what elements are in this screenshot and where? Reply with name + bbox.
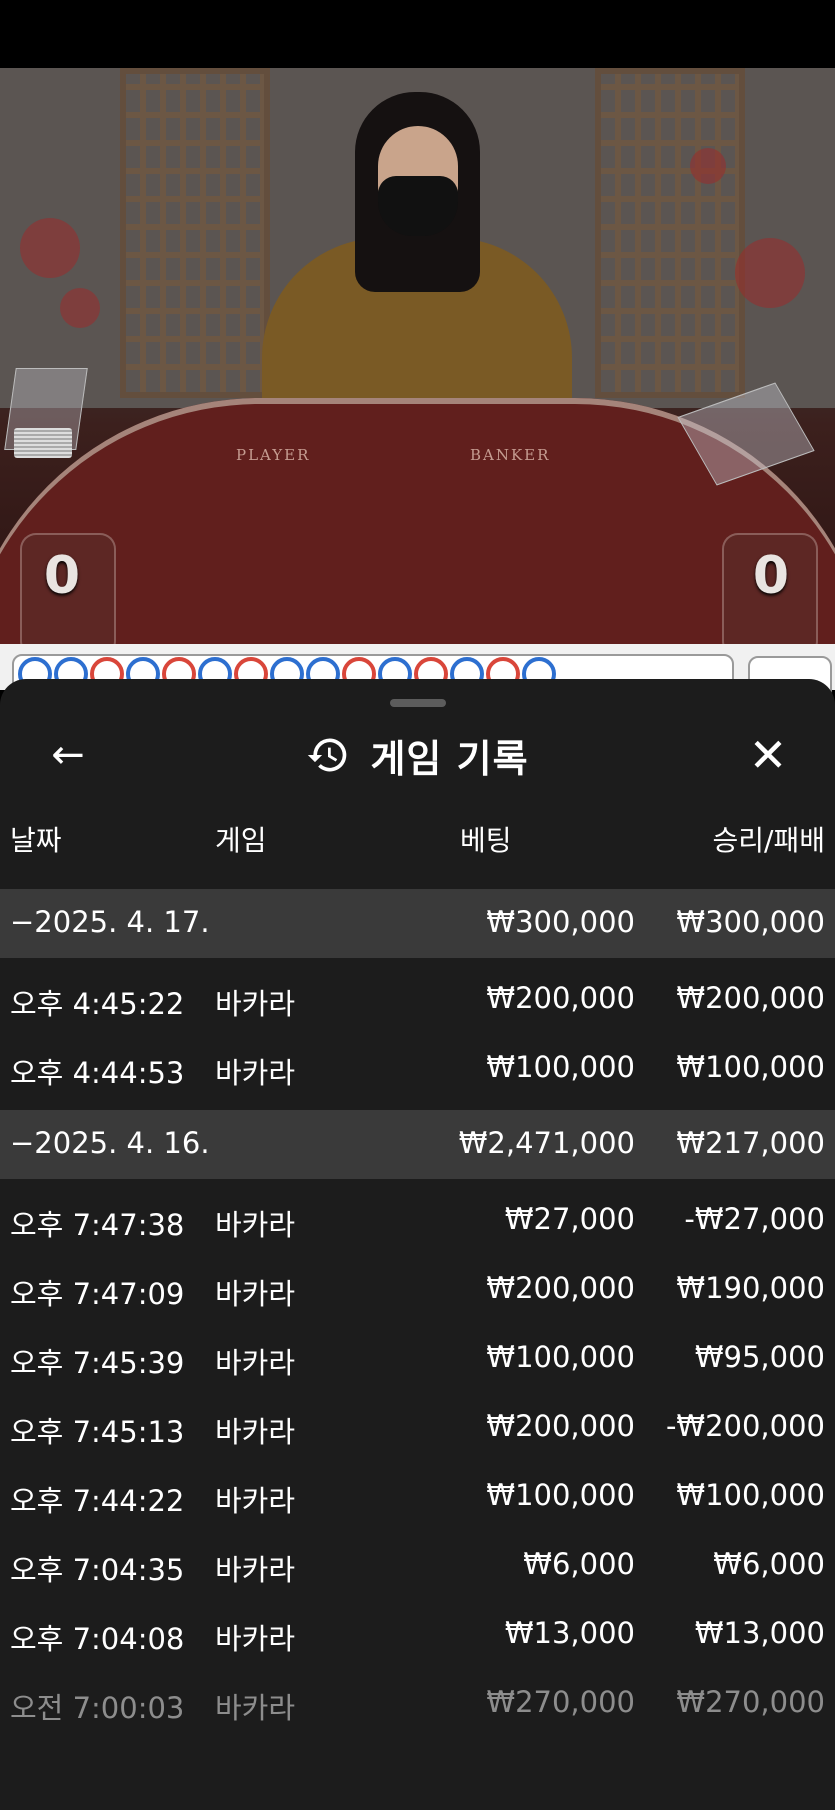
row-game: 바카라 bbox=[215, 1277, 296, 1311]
row-time: 오전 7:00:03 bbox=[10, 1691, 185, 1725]
row-game: 바카라 bbox=[215, 987, 296, 1021]
row-result: ₩6,000 bbox=[713, 1547, 825, 1581]
history-row[interactable]: 오후 4:45:22 바카라 ₩200,000 ₩200,000 bbox=[0, 965, 835, 1034]
row-result: ₩200,000 bbox=[676, 981, 825, 1015]
arrow-left-icon: ← bbox=[51, 732, 85, 778]
back-button[interactable]: ← bbox=[40, 727, 96, 783]
row-time: 오후 7:45:39 bbox=[10, 1346, 185, 1380]
row-result: ₩100,000 bbox=[676, 1050, 825, 1084]
history-icon bbox=[308, 738, 347, 772]
row-bet: ₩13,000 bbox=[504, 1616, 635, 1650]
day-bet-total: ₩2,471,000 bbox=[458, 1126, 635, 1160]
blossom-decoration bbox=[20, 218, 80, 278]
blossom-decoration bbox=[690, 148, 726, 184]
banker-score: 0 bbox=[752, 546, 790, 606]
history-row[interactable]: 오후 4:44:53 바카라 ₩100,000 ₩100,000 bbox=[0, 1034, 835, 1103]
row-game: 바카라 bbox=[215, 1553, 296, 1587]
lattice-screen-right bbox=[595, 68, 745, 398]
row-game: 바카라 bbox=[215, 1415, 296, 1449]
row-game: 바카라 bbox=[215, 1346, 296, 1380]
sheet-header: 게임 기록 ← ✕ bbox=[0, 723, 835, 787]
row-bet: ₩6,000 bbox=[523, 1547, 635, 1581]
history-row[interactable]: 오후 7:47:38 바카라 ₩27,000 -₩27,000 bbox=[0, 1186, 835, 1255]
game-history-sheet: 게임 기록 ← ✕ 날짜 게임 베팅 승리/패배 −2025. 4. 17. ₩… bbox=[0, 679, 835, 1810]
page-title: 게임 기록 bbox=[370, 736, 529, 781]
row-bet: ₩200,000 bbox=[486, 1409, 635, 1443]
history-row[interactable]: 오후 7:04:08 바카라 ₩13,000 ₩13,000 bbox=[0, 1600, 835, 1669]
row-game: 바카라 bbox=[215, 1208, 296, 1242]
row-result: ₩190,000 bbox=[676, 1271, 825, 1305]
column-header-win-loss[interactable]: 승리/패배 bbox=[713, 819, 825, 859]
day-win-total: ₩300,000 bbox=[676, 905, 825, 939]
row-time: 오후 7:04:35 bbox=[10, 1553, 185, 1587]
row-bet: ₩270,000 bbox=[486, 1685, 635, 1719]
row-result: -₩200,000 bbox=[665, 1409, 825, 1443]
sheet-grabber[interactable] bbox=[390, 699, 446, 707]
lattice-screen-left bbox=[120, 68, 270, 398]
row-result: ₩100,000 bbox=[676, 1478, 825, 1512]
day-group-header[interactable]: −2025. 4. 17. ₩300,000 ₩300,000 bbox=[0, 889, 835, 958]
close-button[interactable]: ✕ bbox=[740, 727, 796, 783]
column-header-game[interactable]: 게임 bbox=[215, 819, 267, 859]
blossom-decoration bbox=[60, 288, 100, 328]
dealer-mask bbox=[378, 176, 458, 236]
table-header: 날짜 게임 베팅 승리/패배 bbox=[0, 819, 835, 869]
row-bet: ₩200,000 bbox=[486, 981, 635, 1015]
row-game: 바카라 bbox=[215, 1691, 296, 1725]
history-row[interactable]: 오후 7:47:09 바카라 ₩200,000 ₩190,000 bbox=[0, 1255, 835, 1324]
row-time: 오후 7:47:09 bbox=[10, 1277, 185, 1311]
row-game: 바카라 bbox=[215, 1484, 296, 1518]
day-date: −2025. 4. 16. bbox=[10, 1126, 210, 1160]
history-row[interactable]: 오전 7:00:03 바카라 ₩270,000 ₩270,000 bbox=[0, 1669, 835, 1738]
row-game: 바카라 bbox=[215, 1056, 296, 1090]
row-result: ₩13,000 bbox=[694, 1616, 825, 1650]
column-header-bet[interactable]: 베팅 bbox=[460, 819, 512, 859]
title-group: 게임 기록 bbox=[0, 723, 835, 787]
day-bet-total: ₩300,000 bbox=[486, 905, 635, 939]
row-game: 바카라 bbox=[215, 1622, 296, 1656]
row-time: 오후 7:04:08 bbox=[10, 1622, 185, 1656]
row-time: 오후 7:45:13 bbox=[10, 1415, 185, 1449]
history-row[interactable]: 오후 7:45:39 바카라 ₩100,000 ₩95,000 bbox=[0, 1324, 835, 1393]
row-result: -₩27,000 bbox=[684, 1202, 825, 1236]
blossom-decoration bbox=[735, 238, 805, 308]
row-time: 오후 4:45:22 bbox=[10, 987, 185, 1021]
row-time: 오후 7:44:22 bbox=[10, 1484, 185, 1518]
player-score: 0 bbox=[43, 546, 81, 606]
history-row[interactable]: 오후 7:44:22 바카라 ₩100,000 ₩100,000 bbox=[0, 1462, 835, 1531]
row-bet: ₩100,000 bbox=[486, 1050, 635, 1084]
row-result: ₩95,000 bbox=[694, 1340, 825, 1374]
day-win-total: ₩217,000 bbox=[676, 1126, 825, 1160]
row-bet: ₩27,000 bbox=[504, 1202, 635, 1236]
column-header-date[interactable]: 날짜 bbox=[10, 819, 62, 859]
day-group-header[interactable]: −2025. 4. 16. ₩2,471,000 ₩217,000 bbox=[0, 1110, 835, 1179]
player-area-label: PLAYER bbox=[236, 446, 311, 464]
row-time: 오후 4:44:53 bbox=[10, 1056, 185, 1090]
close-icon: ✕ bbox=[748, 728, 788, 782]
row-bet: ₩200,000 bbox=[486, 1271, 635, 1305]
live-dealer-video: PLAYER BANKER 0 0 bbox=[0, 68, 835, 644]
card-stack bbox=[14, 428, 72, 458]
day-date: −2025. 4. 17. bbox=[10, 905, 210, 939]
history-row[interactable]: 오후 7:45:13 바카라 ₩200,000 -₩200,000 bbox=[0, 1393, 835, 1462]
history-row[interactable]: 오후 7:04:35 바카라 ₩6,000 ₩6,000 bbox=[0, 1531, 835, 1600]
row-bet: ₩100,000 bbox=[486, 1478, 635, 1512]
row-result: ₩270,000 bbox=[676, 1685, 825, 1719]
history-list: −2025. 4. 17. ₩300,000 ₩300,000 오후 4:45:… bbox=[0, 889, 835, 1738]
row-bet: ₩100,000 bbox=[486, 1340, 635, 1374]
row-time: 오후 7:47:38 bbox=[10, 1208, 185, 1242]
banker-area-label: BANKER bbox=[470, 446, 551, 464]
